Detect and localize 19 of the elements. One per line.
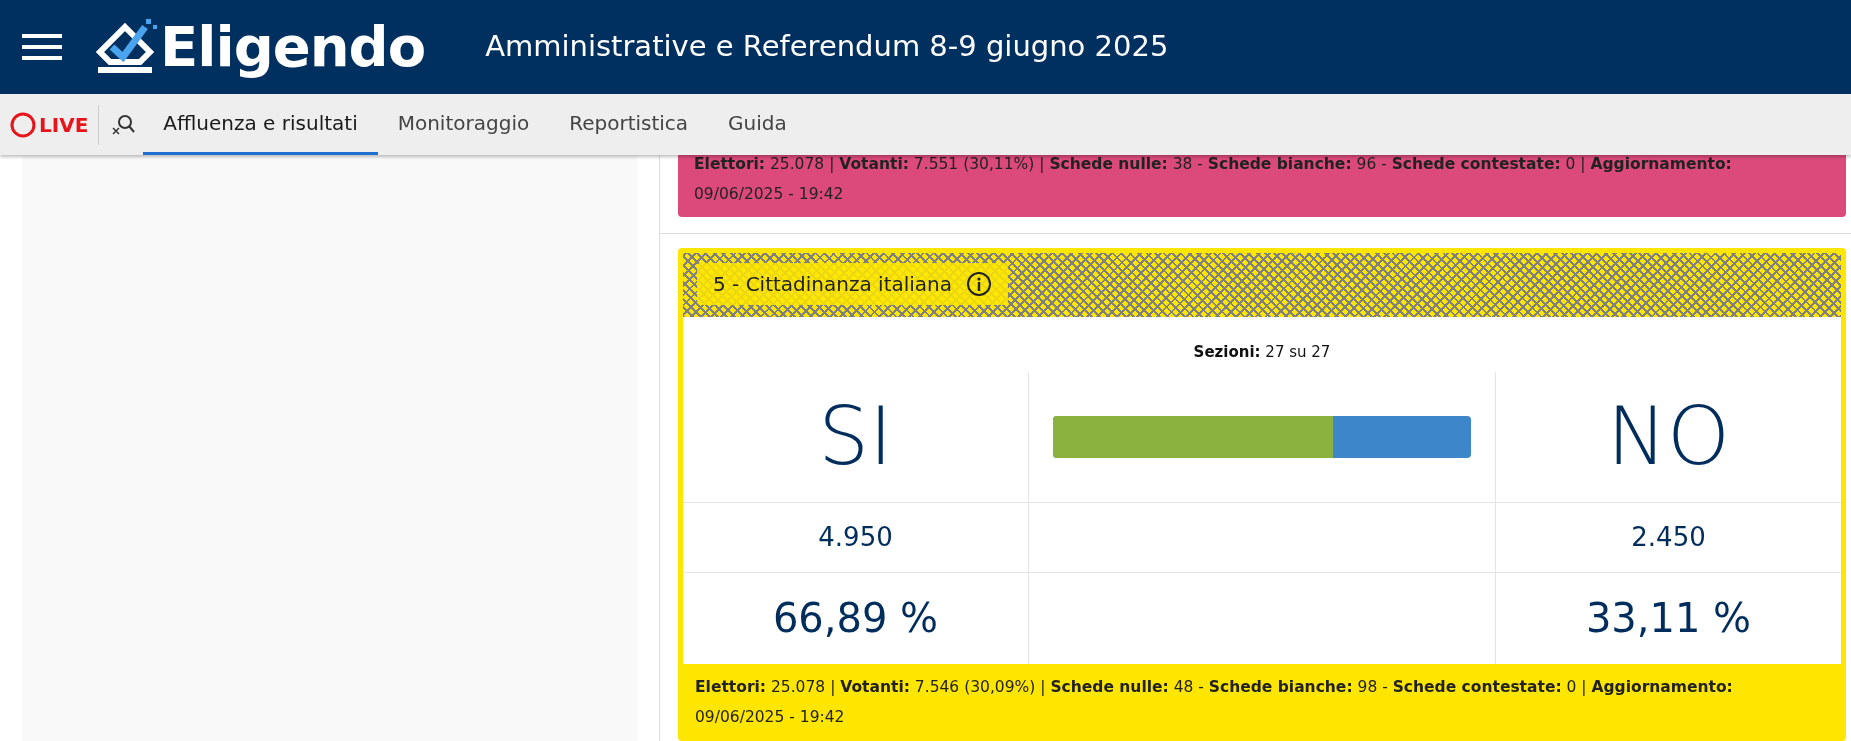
stats-text: Elettori: 25.078 | Votanti: 7.551 (30,11%) | Schede nulle: 38 - Schede bianche: 96 - Schede contestate: 0 | Aggiornamento: 09/06/2025 - 19:42 (694, 154, 1733, 205)
question-title[interactable]: 5 - Cittadinanza italiana (697, 263, 1009, 305)
sections-text: Sezioni: 27 su 27 (1192, 342, 1332, 363)
yes-votes: 4.950 (818, 520, 893, 554)
no-label: NO (1607, 388, 1730, 485)
nav-tab[interactable]: Guida (708, 94, 807, 155)
search-icon[interactable] (111, 112, 136, 137)
info-icon[interactable] (966, 271, 993, 297)
live-button[interactable]: LIVE (0, 104, 100, 145)
page-title: Amministrative e Referendum 8-9 giugno 2025 (485, 28, 1169, 66)
stats-text: Elettori: 25.078 | Votanti: 7.546 (30,09%) | Schede nulle: 48 - Schede bianche: 98 - Schede contestate: 0 | Aggiornamento: 09/06/2025 - 19:42 (695, 676, 1734, 728)
no-percent: 33,11 % (1585, 594, 1752, 643)
yes-label: SI (818, 388, 893, 485)
nav-tab[interactable]: Monitoraggio (377, 94, 550, 155)
circle-icon (10, 111, 36, 138)
menu-icon[interactable] (22, 32, 62, 62)
no-votes: 2.450 (1631, 520, 1706, 554)
yes-percent: 66,89 % (772, 594, 939, 643)
nav-tab[interactable]: Reportistica (549, 94, 709, 155)
